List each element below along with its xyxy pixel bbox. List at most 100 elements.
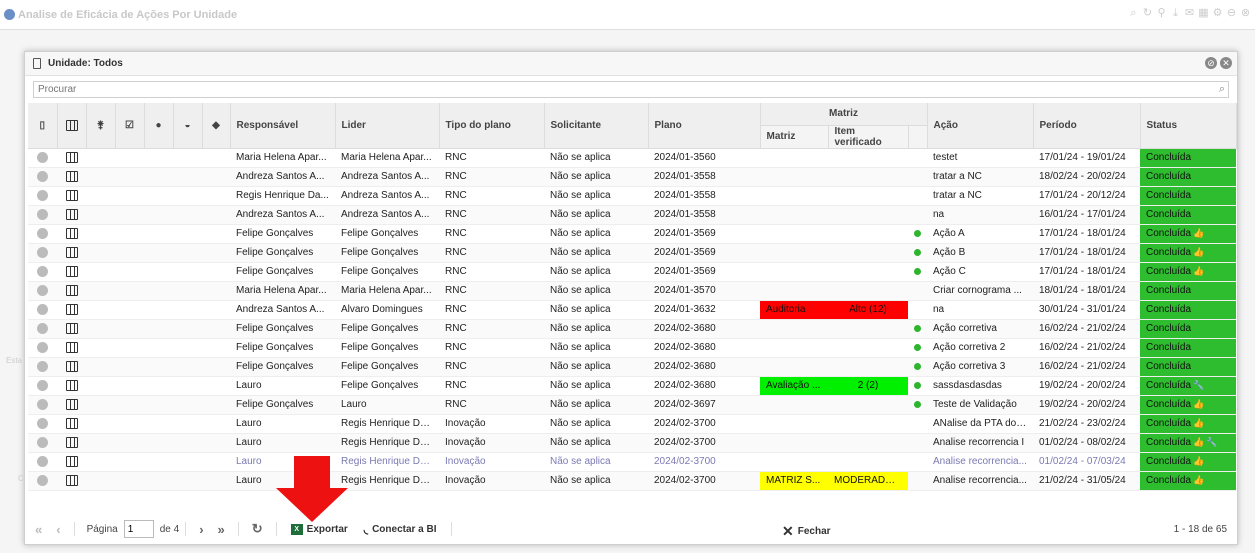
modal-close-icon[interactable]: ✕: [1220, 57, 1232, 69]
map-cell[interactable]: [57, 319, 86, 339]
info-cell[interactable]: [28, 471, 57, 491]
info-icon[interactable]: [37, 151, 48, 163]
map-icon[interactable]: [65, 360, 78, 372]
table-row[interactable]: Andreza Santos A... Alvaro Domingues RNC Nã…: [28, 300, 1236, 320]
map-cell[interactable]: [57, 433, 86, 453]
map-cell[interactable]: [57, 452, 86, 472]
export-button[interactable]: X Exportar: [290, 523, 348, 535]
map-icon[interactable]: [65, 246, 78, 258]
info-icon[interactable]: [37, 208, 48, 220]
last-page-icon[interactable]: »: [218, 522, 225, 537]
info-icon[interactable]: [37, 417, 48, 429]
info-cell[interactable]: [28, 186, 57, 206]
map-cell[interactable]: [57, 376, 86, 396]
table-row[interactable]: Felipe Gonçalves Felipe Gonçalves RNC Não s…: [28, 319, 1236, 339]
map-icon[interactable]: [65, 341, 78, 353]
info-icon[interactable]: [37, 284, 48, 296]
map-cell[interactable]: [57, 243, 86, 263]
map-icon[interactable]: [65, 436, 78, 448]
info-cell[interactable]: [28, 300, 57, 320]
info-cell[interactable]: [28, 167, 57, 187]
table-row[interactable]: Maria Helena Apar... Maria Helena Apar...…: [28, 148, 1236, 168]
col-status[interactable]: Status: [1140, 103, 1237, 149]
table-row[interactable]: Andreza Santos A... Andreza Santos A... RN…: [28, 205, 1236, 225]
map-cell[interactable]: [57, 357, 86, 377]
map-icon[interactable]: [65, 151, 78, 163]
search-icon[interactable]: ⌕: [1128, 8, 1139, 19]
refresh-icon[interactable]: ↻: [1142, 8, 1153, 19]
info-icon[interactable]: [37, 379, 48, 391]
col-tipo[interactable]: Tipo do plano: [439, 103, 545, 149]
table-row[interactable]: Lauro Regis Henrique Da... Inovação Não se …: [28, 452, 1236, 472]
next-page-icon[interactable]: ›: [199, 522, 203, 537]
map-cell[interactable]: [57, 148, 86, 168]
info-cell[interactable]: [28, 148, 57, 168]
info-cell[interactable]: [28, 262, 57, 282]
minus-icon[interactable]: ⊖: [1226, 8, 1237, 19]
info-cell[interactable]: [28, 319, 57, 339]
map-icon[interactable]: [65, 227, 78, 239]
connect-bi-button[interactable]: ◟ Conectar a BI: [364, 523, 437, 536]
col-item-verificado[interactable]: Item verificado: [828, 125, 909, 149]
map-cell[interactable]: [57, 471, 86, 491]
table-row[interactable]: Lauro Regis Henrique Da... Inovação Não se …: [28, 471, 1236, 491]
col-car-icon[interactable]: ◒: [173, 103, 203, 149]
map-icon[interactable]: [65, 379, 78, 391]
table-row[interactable]: Felipe Gonçalves Felipe Gonçalves RNC Não s…: [28, 262, 1236, 282]
info-cell[interactable]: [28, 452, 57, 472]
info-icon[interactable]: [37, 322, 48, 334]
info-icon[interactable]: [37, 170, 48, 182]
map-cell[interactable]: [57, 262, 86, 282]
map-icon[interactable]: [65, 303, 78, 315]
first-page-icon[interactable]: «: [35, 522, 42, 537]
map-icon[interactable]: [65, 455, 78, 467]
map-icon[interactable]: [65, 417, 78, 429]
table-row[interactable]: Lauro Regis Henrique Da... Inovação Não se …: [28, 433, 1236, 453]
info-cell[interactable]: [28, 205, 57, 225]
map-cell[interactable]: [57, 186, 86, 206]
close-button[interactable]: ✕ Fechar: [782, 523, 831, 540]
map-icon[interactable]: [65, 398, 78, 410]
pin-icon[interactable]: ⚲: [1156, 8, 1167, 19]
map-icon[interactable]: [65, 208, 78, 220]
table-row[interactable]: Andreza Santos A... Andreza Santos A... RN…: [28, 167, 1236, 187]
col-solicitante[interactable]: Solicitante: [544, 103, 649, 149]
table-row[interactable]: Felipe Gonçalves Felipe Gonçalves RNC Não s…: [28, 357, 1236, 377]
col-plano[interactable]: Plano: [648, 103, 761, 149]
col-person-icon[interactable]: ⚵: [86, 103, 116, 149]
table-row[interactable]: Felipe Gonçalves Felipe Gonçalves RNC Não s…: [28, 224, 1236, 244]
map-icon[interactable]: [65, 170, 78, 182]
prev-page-icon[interactable]: ‹: [56, 522, 60, 537]
map-icon[interactable]: [65, 189, 78, 201]
info-cell[interactable]: [28, 224, 57, 244]
info-icon[interactable]: [37, 189, 48, 201]
search-icon[interactable]: ⌕: [1219, 83, 1225, 96]
table-row[interactable]: Maria Helena Apar... Maria Helena Apar...…: [28, 281, 1236, 301]
map-cell[interactable]: [57, 395, 86, 415]
info-icon[interactable]: [37, 303, 48, 315]
info-icon[interactable]: [37, 398, 48, 410]
map-icon[interactable]: [65, 474, 78, 486]
info-icon[interactable]: [37, 227, 48, 239]
table-row[interactable]: Felipe Gonçalves Felipe Gonçalves RNC Não s…: [28, 243, 1236, 263]
page-input[interactable]: [123, 520, 154, 538]
col-diamond-icon[interactable]: ◆: [202, 103, 231, 149]
table-row[interactable]: Felipe Gonçalves Felipe Gonçalves RNC Não s…: [28, 338, 1236, 358]
map-cell[interactable]: [57, 414, 86, 434]
col-checkbox-icon[interactable]: ☑: [115, 103, 145, 149]
col-responsavel[interactable]: Responsável: [230, 103, 336, 149]
col-clipboard-icon[interactable]: ▯: [28, 103, 58, 149]
info-icon[interactable]: [37, 265, 48, 277]
col-acao[interactable]: Ação: [927, 103, 1034, 149]
info-icon[interactable]: [37, 341, 48, 353]
info-icon[interactable]: [37, 246, 48, 258]
refresh-icon[interactable]: ↻: [252, 521, 263, 537]
download-icon[interactable]: ⤓: [1170, 8, 1181, 19]
info-cell[interactable]: [28, 243, 57, 263]
gear-icon[interactable]: ⚙: [1212, 8, 1223, 19]
info-cell[interactable]: [28, 414, 57, 434]
map-cell[interactable]: [57, 205, 86, 225]
close-icon[interactable]: ⊗: [1240, 8, 1251, 19]
table-row[interactable]: Lauro Felipe Gonçalves RNC Não se aplica 202…: [28, 376, 1236, 396]
map-cell[interactable]: [57, 338, 86, 358]
